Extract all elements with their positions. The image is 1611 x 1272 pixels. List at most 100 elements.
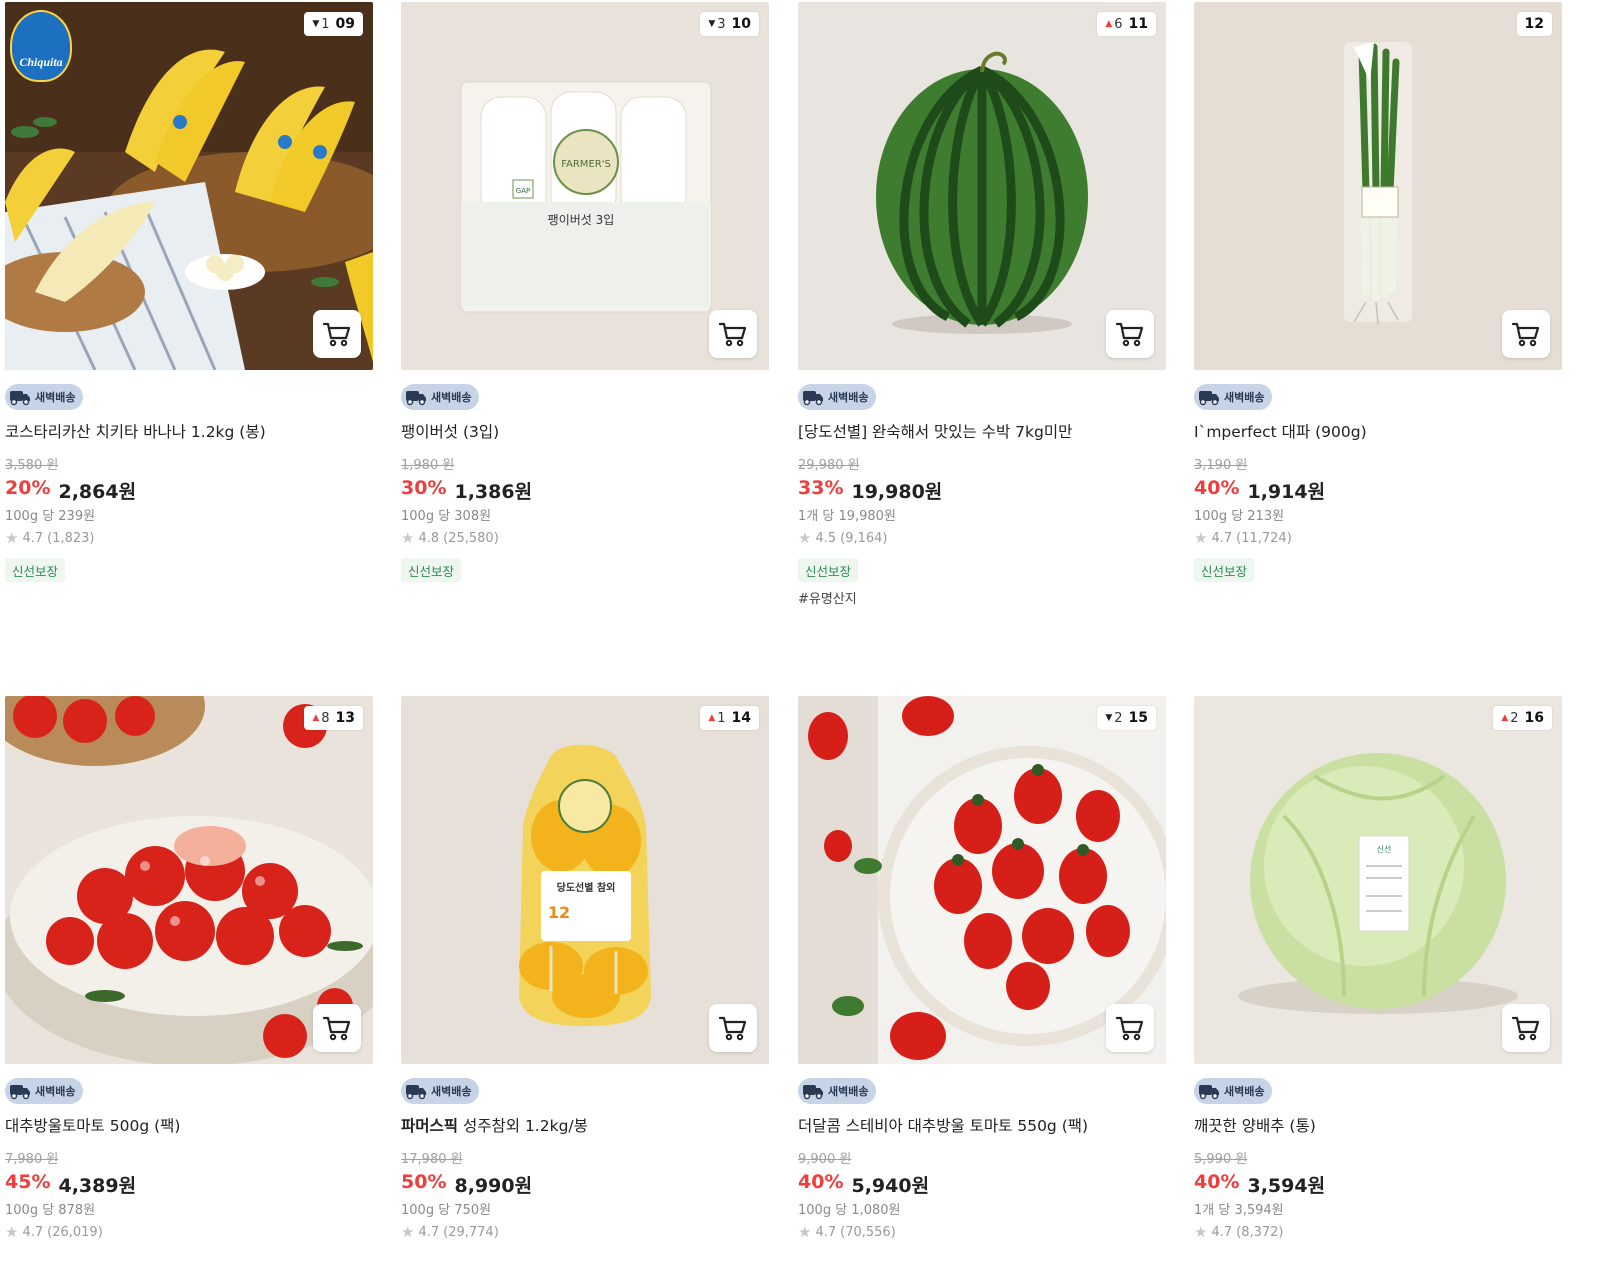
rank-number: 10 <box>731 16 751 32</box>
add-to-cart-button[interactable] <box>1106 310 1154 358</box>
rating: ★ 4.7 (26,019) <box>5 1223 103 1241</box>
product-card[interactable]: ▼ 2 15 새벽배송 더달콤 스테비아 대추방울 토마토 550g (팩) 9,… <box>798 696 1166 1241</box>
rank-number: 16 <box>1524 710 1544 726</box>
product-image[interactable]: ▲ 8 13 <box>5 696 373 1064</box>
discount-rate: 40% <box>1194 1171 1240 1193</box>
hashtag[interactable]: #유명산지 <box>798 588 857 607</box>
rank-badge: ▲ 6 11 <box>1097 12 1156 36</box>
original-price: 17,980 원 <box>401 1152 463 1167</box>
original-price: 5,990 원 <box>1194 1152 1248 1167</box>
dawn-delivery-badge: 새벽배송 <box>5 384 84 410</box>
cart-icon <box>322 1016 351 1041</box>
unit-price: 100g 당 750원 <box>401 1203 492 1218</box>
product-name[interactable]: [당도선별] 완숙해서 맛있는 수박 7kg미만 <box>798 420 1166 442</box>
rank-down-icon: ▼ <box>1105 712 1113 723</box>
sale-price: 5,940원 <box>851 1175 930 1197</box>
original-price: 3,580 원 <box>5 458 59 473</box>
price-line: 40% 5,940원 <box>798 1171 929 1198</box>
add-to-cart-button[interactable] <box>709 310 757 358</box>
delivery-truck-icon <box>1199 1085 1219 1100</box>
rank-change: ▲ 8 <box>312 710 330 726</box>
svg-text:팽이버섯 3입: 팽이버섯 3입 <box>548 213 615 227</box>
rank-change: ▲ 6 <box>1105 16 1123 32</box>
svg-text:신선: 신선 <box>1377 845 1392 854</box>
product-name[interactable]: 팽이버섯 (3입) <box>401 420 769 442</box>
unit-price: 100g 당 1,080원 <box>798 1203 901 1218</box>
product-image[interactable]: 12 <box>1194 2 1562 370</box>
original-price: 7,980 원 <box>5 1152 59 1167</box>
rank-number: 11 <box>1128 16 1148 32</box>
product-card[interactable]: 12 새벽배송 I`mperfect 대파 (900g) 3,190 원 40%… <box>1194 2 1562 582</box>
unit-price: 100g 당 213원 <box>1194 509 1285 524</box>
product-card[interactable]: Chiquita ▼ 1 09 새벽배송 코스타리카산 치키타 바나나 1.2kg… <box>5 2 373 582</box>
rank-badge: 12 <box>1516 12 1552 36</box>
product-image[interactable]: ▲ 6 11 <box>798 2 1166 370</box>
unit-price: 100g 당 308원 <box>401 509 492 524</box>
star-icon: ★ <box>798 529 812 547</box>
product-card[interactable]: FARMER'S 팽이버섯 3입 GAP ▼ 3 10 새벽배송 팽이버섯 (3입… <box>401 2 769 582</box>
dawn-delivery-badge: 새벽배송 <box>798 384 877 410</box>
discount-rate: 30% <box>401 477 447 499</box>
svg-text:당도선별 참외: 당도선별 참외 <box>557 881 616 894</box>
product-card[interactable]: ▲ 8 13 새벽배송 대추방울토마토 500g (팩) 7,980 원 45% 4… <box>5 696 373 1241</box>
rank-number: 15 <box>1128 710 1148 726</box>
add-to-cart-button[interactable] <box>1502 1004 1550 1052</box>
discount-rate: 20% <box>5 477 51 499</box>
delivery-truck-icon <box>406 391 426 406</box>
original-price: 9,900 원 <box>798 1152 852 1167</box>
price-line: 50% 8,990원 <box>401 1171 532 1198</box>
rank-up-icon: ▲ <box>708 712 716 723</box>
discount-rate: 40% <box>1194 477 1240 499</box>
product-name[interactable]: 대추방울토마토 500g (팩) <box>5 1114 373 1136</box>
rank-badge: ▼ 2 15 <box>1097 706 1156 730</box>
sale-price: 19,980원 <box>851 481 943 503</box>
star-icon: ★ <box>1194 1223 1208 1241</box>
star-icon: ★ <box>5 529 19 547</box>
product-name[interactable]: 더달콤 스테비아 대추방울 토마토 550g (팩) <box>798 1114 1166 1136</box>
rank-change: ▼ 3 <box>708 16 726 32</box>
original-price: 1,980 원 <box>401 458 455 473</box>
dawn-delivery-badge: 새벽배송 <box>401 1078 480 1104</box>
sale-price: 1,386원 <box>454 481 533 503</box>
rank-badge: ▲ 2 16 <box>1493 706 1552 730</box>
product-card[interactable]: 신선 ▲ 2 16 새벽배송 깨끗한 양배추 (통) 5,990 원 40% 3,5… <box>1194 696 1562 1241</box>
price-line: 45% 4,389원 <box>5 1171 136 1198</box>
add-to-cart-button[interactable] <box>313 1004 361 1052</box>
cart-icon <box>1511 1016 1540 1041</box>
add-to-cart-button[interactable] <box>1106 1004 1154 1052</box>
cart-icon <box>1115 1016 1144 1041</box>
unit-price: 100g 당 878원 <box>5 1203 96 1218</box>
price-line: 30% 1,386원 <box>401 477 532 504</box>
cart-icon <box>718 322 747 347</box>
fresh-guarantee-label: 신선보장 <box>5 558 66 582</box>
sale-price: 4,389원 <box>58 1175 137 1197</box>
product-name[interactable]: 파머스픽 성주참외 1.2kg/봉 <box>401 1114 769 1136</box>
brand-name: 파머스픽 <box>401 1117 459 1135</box>
product-image[interactable]: FARMER'S 팽이버섯 3입 GAP ▼ 3 10 <box>401 2 769 370</box>
product-card[interactable]: ▲ 6 11 새벽배송 [당도선별] 완숙해서 맛있는 수박 7kg미만 29,9… <box>798 2 1166 607</box>
product-image[interactable]: ▼ 2 15 <box>798 696 1166 1064</box>
rank-number: 14 <box>731 710 751 726</box>
fresh-guarantee-label: 신선보장 <box>1194 558 1255 582</box>
product-image[interactable]: Chiquita ▼ 1 09 <box>5 2 373 370</box>
add-to-cart-button[interactable] <box>313 310 361 358</box>
svg-text:GAP: GAP <box>516 187 530 195</box>
product-name[interactable]: 코스타리카산 치키타 바나나 1.2kg (봉) <box>5 420 373 442</box>
price-line: 40% 3,594원 <box>1194 1171 1325 1198</box>
product-name[interactable]: I`mperfect 대파 (900g) <box>1194 420 1562 442</box>
discount-rate: 33% <box>798 477 844 499</box>
product-card[interactable]: 당도선별 참외 12 ▲ 1 14 새벽배송 파머스픽 성주참외 1.2kg/봉 … <box>401 696 769 1241</box>
product-image[interactable]: 당도선별 참외 12 ▲ 1 14 <box>401 696 769 1064</box>
rank-number: 12 <box>1524 16 1544 32</box>
add-to-cart-button[interactable] <box>709 1004 757 1052</box>
delivery-truck-icon <box>803 1085 823 1100</box>
cart-icon <box>1511 322 1540 347</box>
product-name[interactable]: 깨끗한 양배추 (통) <box>1194 1114 1562 1136</box>
star-icon: ★ <box>798 1223 812 1241</box>
product-image[interactable]: 신선 ▲ 2 16 <box>1194 696 1562 1064</box>
sale-price: 8,990원 <box>454 1175 533 1197</box>
rank-badge: ▼ 3 10 <box>700 12 759 36</box>
add-to-cart-button[interactable] <box>1502 310 1550 358</box>
delivery-truck-icon <box>406 1085 426 1100</box>
rank-number: 13 <box>335 710 355 726</box>
